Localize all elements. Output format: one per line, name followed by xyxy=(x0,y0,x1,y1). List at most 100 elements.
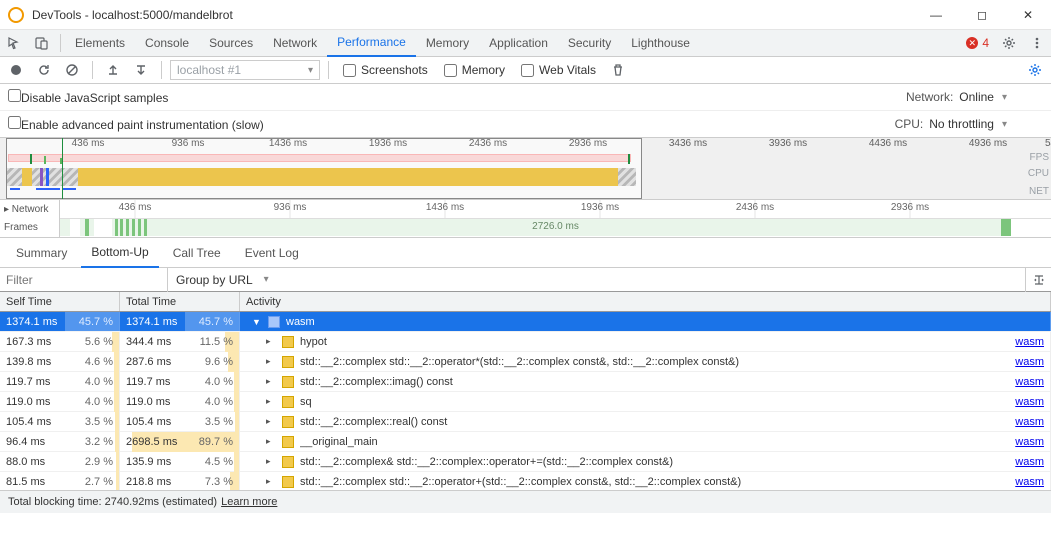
activity-color-swatch xyxy=(282,456,294,468)
collector-settings-gear-icon[interactable] xyxy=(1023,58,1047,82)
cell-activity: ▸ sq wasm xyxy=(240,392,1051,412)
table-row[interactable]: 139.8 ms4.6 % 287.6 ms9.6 % ▸ std::__2::… xyxy=(0,352,1051,372)
activity-name: std::__2::complex& std::__2::complex::op… xyxy=(300,456,1009,468)
activity-color-swatch xyxy=(282,376,294,388)
activity-name: __original_main xyxy=(300,436,1009,448)
tab-security[interactable]: Security xyxy=(558,30,621,57)
source-link[interactable]: wasm xyxy=(1015,336,1044,348)
track-network-label[interactable]: ▸ Network xyxy=(0,200,59,219)
table-row[interactable]: 1374.1 ms45.7 % 1374.1 ms45.7 % ▼ wasm xyxy=(0,312,1051,332)
cell-self-time: 1374.1 ms45.7 % xyxy=(0,312,120,332)
tab-console[interactable]: Console xyxy=(135,30,199,57)
tab-elements[interactable]: Elements xyxy=(65,30,135,57)
cell-self-time: 96.4 ms3.2 % xyxy=(0,432,120,452)
save-profile-button[interactable] xyxy=(129,58,153,82)
cell-total-time: 135.9 ms4.5 % xyxy=(120,452,240,472)
activity-color-swatch xyxy=(282,336,294,348)
load-profile-button[interactable] xyxy=(101,58,125,82)
col-self-time[interactable]: Self Time xyxy=(0,292,120,311)
subtab-call-tree[interactable]: Call Tree xyxy=(163,238,231,268)
tab-network[interactable]: Network xyxy=(263,30,327,57)
separator xyxy=(60,34,61,52)
expand-toggle-icon[interactable]: ▸ xyxy=(266,376,276,387)
inspect-icon[interactable] xyxy=(0,30,28,57)
expand-toggle-icon[interactable]: ▼ xyxy=(252,317,262,327)
subtab-bottom-up[interactable]: Bottom-Up xyxy=(81,238,158,268)
enable-paint-checkbox[interactable]: Enable advanced paint instrumentation (s… xyxy=(8,116,264,132)
tab-memory[interactable]: Memory xyxy=(416,30,479,57)
close-icon: ✕ xyxy=(1023,8,1033,22)
cell-total-time: 1374.1 ms45.7 % xyxy=(120,312,240,332)
cell-total-time: 119.0 ms4.0 % xyxy=(120,392,240,412)
network-selector[interactable]: Online▾ xyxy=(959,90,1007,104)
devtools-tab-strip: Elements Console Sources Network Perform… xyxy=(0,30,1051,57)
record-button[interactable] xyxy=(4,58,28,82)
window-minimize-button[interactable]: — xyxy=(913,0,959,30)
source-link[interactable]: wasm xyxy=(1015,436,1044,448)
tab-lighthouse[interactable]: Lighthouse xyxy=(621,30,700,57)
cell-total-time: 344.4 ms11.5 % xyxy=(120,332,240,352)
cell-self-time: 81.5 ms2.7 % xyxy=(0,472,120,491)
more-menu-icon[interactable] xyxy=(1023,30,1051,57)
delete-profile-button[interactable] xyxy=(606,58,630,82)
table-row[interactable]: 88.0 ms2.9 % 135.9 ms4.5 % ▸ std::__2::c… xyxy=(0,452,1051,472)
cpu-selector[interactable]: No throttling▾ xyxy=(929,117,1007,131)
source-link[interactable]: wasm xyxy=(1015,376,1044,388)
table-row[interactable]: 105.4 ms3.5 % 105.4 ms3.5 % ▸ std::__2::… xyxy=(0,412,1051,432)
table-row[interactable]: 96.4 ms3.2 % 2698.5 ms89.7 % ▸ __origina… xyxy=(0,432,1051,452)
table-row[interactable]: 119.7 ms4.0 % 119.7 ms4.0 % ▸ std::__2::… xyxy=(0,372,1051,392)
heaviest-stack-toggle[interactable] xyxy=(1025,268,1051,292)
table-row[interactable]: 167.3 ms5.6 % 344.4 ms11.5 % ▸ hypot was… xyxy=(0,332,1051,352)
bottom-up-table-body[interactable]: 1374.1 ms45.7 % 1374.1 ms45.7 % ▼ wasm 1… xyxy=(0,312,1051,490)
group-by-selector[interactable]: Group by URL xyxy=(167,268,277,292)
tab-application[interactable]: Application xyxy=(479,30,558,57)
separator xyxy=(161,61,162,79)
source-link[interactable]: wasm xyxy=(1015,416,1044,428)
cell-self-time: 139.8 ms4.6 % xyxy=(0,352,120,372)
expand-toggle-icon[interactable]: ▸ xyxy=(266,456,276,467)
screenshots-checkbox[interactable]: Screenshots xyxy=(343,63,428,77)
table-row[interactable]: 119.0 ms4.0 % 119.0 ms4.0 % ▸ sq wasm xyxy=(0,392,1051,412)
cell-self-time: 88.0 ms2.9 % xyxy=(0,452,120,472)
col-activity[interactable]: Activity xyxy=(240,292,1051,311)
minimap-viewport[interactable] xyxy=(6,138,642,199)
error-count-badge[interactable]: ✕ 4 xyxy=(960,36,995,50)
web-vitals-checkbox[interactable]: Web Vitals xyxy=(521,63,596,77)
tab-sources[interactable]: Sources xyxy=(199,30,263,57)
tab-performance[interactable]: Performance xyxy=(327,30,416,57)
window-close-button[interactable]: ✕ xyxy=(1005,0,1051,30)
activity-color-swatch xyxy=(282,476,294,488)
disable-js-samples-checkbox[interactable]: Disable JavaScript samples xyxy=(8,89,168,105)
source-link[interactable]: wasm xyxy=(1015,476,1044,488)
chevron-down-icon: ▾ xyxy=(1002,119,1007,130)
source-link[interactable]: wasm xyxy=(1015,396,1044,408)
perf-sub-tabs: Summary Bottom-Up Call Tree Event Log xyxy=(0,238,1051,268)
memory-checkbox[interactable]: Memory xyxy=(444,63,505,77)
device-toggle-icon[interactable] xyxy=(28,30,56,57)
main-timeline[interactable]: ▸ Network Frames 436 ms 936 ms 1436 ms 1… xyxy=(0,200,1051,238)
expand-toggle-icon[interactable]: ▸ xyxy=(266,356,276,367)
expand-toggle-icon[interactable]: ▸ xyxy=(266,476,276,487)
settings-gear-icon[interactable] xyxy=(995,30,1023,57)
clear-button[interactable] xyxy=(60,58,84,82)
expand-toggle-icon[interactable]: ▸ xyxy=(266,436,276,447)
subtab-summary[interactable]: Summary xyxy=(6,238,77,268)
minimap-label-cpu: CPU xyxy=(1028,168,1049,179)
window-maximize-button[interactable]: ◻ xyxy=(959,0,1005,30)
expand-toggle-icon[interactable]: ▸ xyxy=(266,396,276,407)
profile-selector[interactable]: localhost #1 xyxy=(170,60,320,80)
subtab-event-log[interactable]: Event Log xyxy=(235,238,309,268)
overview-minimap[interactable]: 436 ms 936 ms 1436 ms 1936 ms 2436 ms 29… xyxy=(0,138,1051,200)
source-link[interactable]: wasm xyxy=(1015,356,1044,368)
filter-input[interactable] xyxy=(0,269,167,291)
col-total-time[interactable]: Total Time xyxy=(120,292,240,311)
separator xyxy=(328,61,329,79)
expand-toggle-icon[interactable]: ▸ xyxy=(266,416,276,427)
expand-toggle-icon[interactable]: ▸ xyxy=(266,336,276,347)
table-row[interactable]: 81.5 ms2.7 % 218.8 ms7.3 % ▸ std::__2::c… xyxy=(0,472,1051,490)
status-learn-more-link[interactable]: Learn more xyxy=(221,496,277,508)
cell-total-time: 287.6 ms9.6 % xyxy=(120,352,240,372)
activity-name: sq xyxy=(300,396,1009,408)
reload-record-button[interactable] xyxy=(32,58,56,82)
source-link[interactable]: wasm xyxy=(1015,456,1044,468)
